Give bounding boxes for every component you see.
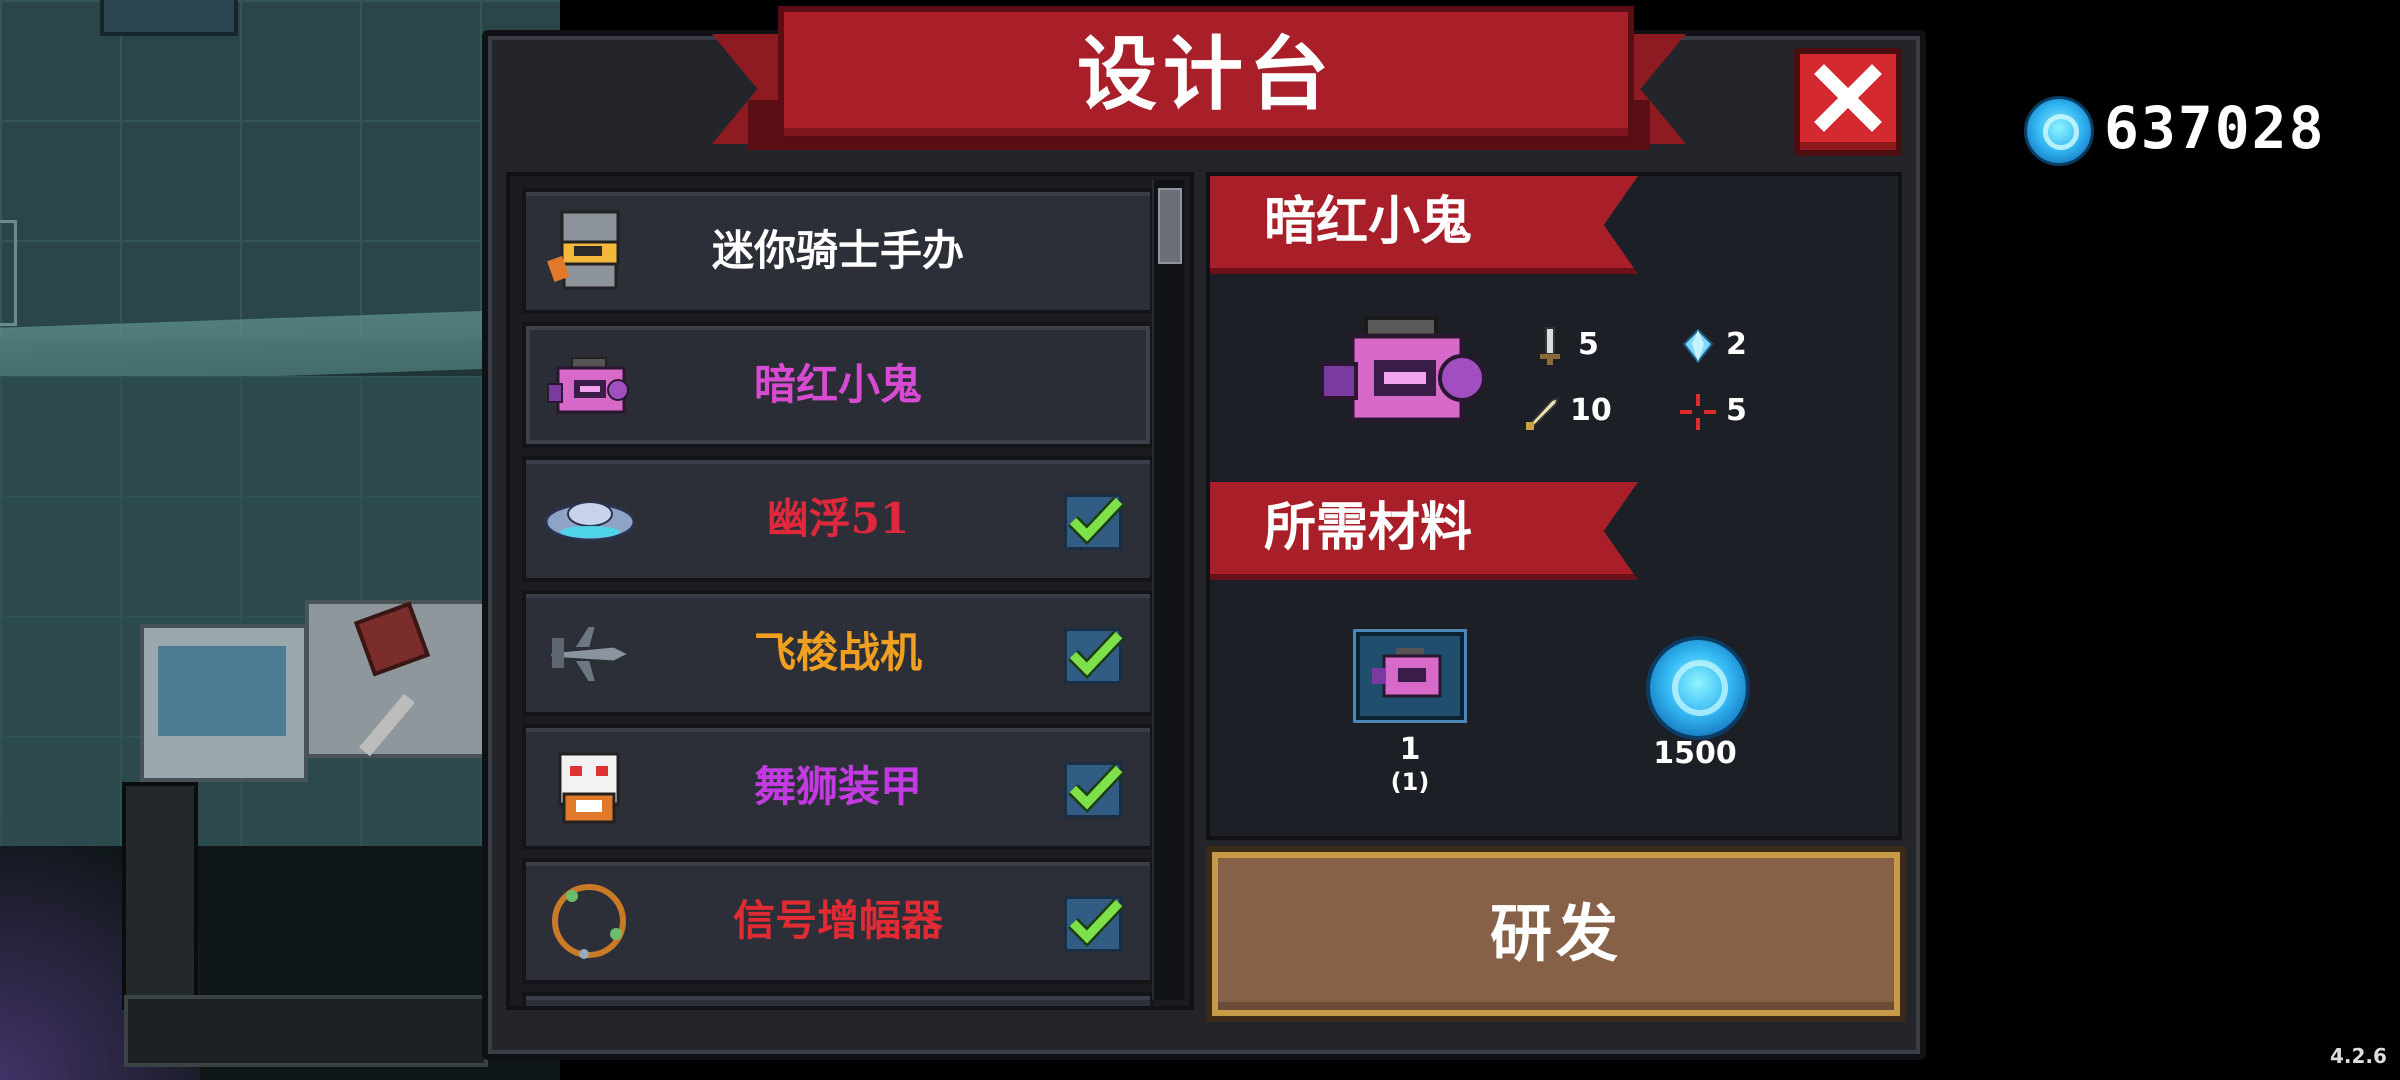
- scrollbar-thumb[interactable]: [1158, 188, 1182, 264]
- title-banner: 设计台: [778, 6, 1634, 142]
- checkmark-icon: [1068, 764, 1125, 814]
- list-item[interactable]: 舞狮装甲: [522, 724, 1154, 850]
- wall-hex: [0, 220, 17, 326]
- detail-item-name: 暗红小鬼: [1264, 191, 1473, 252]
- list-item[interactable]: 信号增幅器: [522, 858, 1154, 984]
- crosshair-icon: [1680, 393, 1716, 430]
- game-background: [0, 0, 560, 1080]
- list-item[interactable]: 迷你骑士手办: [522, 188, 1154, 314]
- list-scrollbar[interactable]: [1152, 180, 1184, 1000]
- stat-value: 5: [1578, 327, 1599, 362]
- checkmark-icon: [1068, 496, 1125, 546]
- material-amount: 1: [1399, 732, 1421, 767]
- monitor: [140, 624, 308, 782]
- ufo-icon: [544, 501, 634, 542]
- material-owned: (1): [1390, 768, 1430, 796]
- owned-checkbox: [1064, 628, 1125, 684]
- signal-ring-icon: [552, 884, 626, 959]
- stat-damage: 10: [1522, 386, 1612, 436]
- stat-value: 10: [1570, 393, 1612, 428]
- stat-value: 2: [1726, 327, 1747, 362]
- materials-ribbon: 所需材料: [1210, 482, 1638, 580]
- blueprint-list[interactable]: 迷你骑士手办 暗红小鬼 幽浮51 飞梭战机 舞狮装甲 信号增幅器: [506, 172, 1194, 1010]
- gem-amount: 637028: [2104, 94, 2326, 162]
- owned-checkbox: [1064, 494, 1125, 550]
- close-button[interactable]: [1794, 48, 1902, 156]
- bench: [124, 995, 488, 1067]
- list-item[interactable]: 暗红小鬼: [522, 322, 1154, 448]
- lion-dance-icon: [558, 752, 620, 824]
- materials-title: 所需材料: [1264, 497, 1473, 558]
- jet-fighter-icon: [548, 625, 634, 683]
- blue-gem-icon: [2024, 96, 2094, 166]
- research-button[interactable]: 研发: [1212, 852, 1900, 1016]
- dagger-icon: [1526, 395, 1560, 430]
- item-name: 幽浮51: [766, 494, 910, 543]
- checkmark-icon: [1068, 898, 1125, 948]
- top-crate: [100, 0, 238, 36]
- crystal-icon: [1682, 328, 1714, 364]
- stat-energy: 2: [1678, 320, 1747, 370]
- checkmark-icon: [1068, 630, 1125, 680]
- list-item[interactable]: 幽浮51: [522, 456, 1154, 582]
- item-name-ribbon: 暗红小鬼: [1210, 176, 1638, 274]
- item-name: 飞梭战机: [753, 628, 922, 677]
- material-blueprint[interactable]: [1356, 632, 1464, 720]
- sword-icon: [1540, 326, 1560, 365]
- pink-camera-icon: [547, 357, 629, 414]
- back-wall: [0, 0, 560, 340]
- page-title: 设计台: [1077, 27, 1335, 121]
- list-item[interactable]: 飞梭战机: [522, 590, 1154, 716]
- research-button-label: 研发: [1489, 897, 1622, 970]
- item-name: 舞狮装甲: [753, 762, 922, 811]
- pink-camera-blueprint-icon: [1372, 648, 1442, 698]
- owned-checkbox: [1064, 896, 1125, 952]
- stat-value: 5: [1726, 393, 1747, 428]
- item-name: 暗红小鬼: [753, 360, 922, 409]
- version-label: 4.2.6: [2330, 1044, 2387, 1068]
- pink-camera-icon: [1320, 316, 1486, 423]
- item-name: 迷你骑士手办: [711, 226, 964, 275]
- list-item-partial[interactable]: [522, 992, 1154, 1006]
- stat-accuracy: 5: [1678, 386, 1747, 436]
- blue-gem-icon: [1646, 636, 1750, 740]
- knight-figure-icon: [547, 210, 620, 290]
- owned-checkbox: [1064, 762, 1125, 818]
- stat-attack: 5: [1530, 320, 1599, 370]
- pillar: [122, 782, 198, 1010]
- gem-cost: 1500: [1653, 736, 1737, 771]
- close-icon: [1814, 64, 1882, 132]
- item-name: 信号增幅器: [732, 896, 943, 945]
